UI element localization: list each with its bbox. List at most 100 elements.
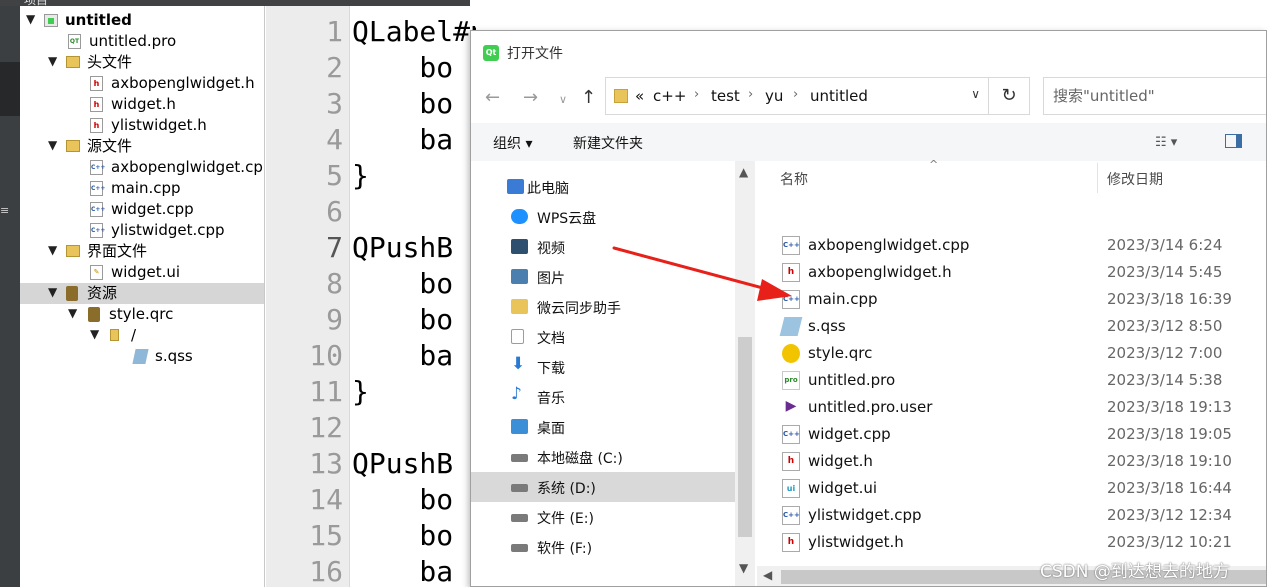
nav-item[interactable]: 此电脑 <box>471 172 735 202</box>
code-line[interactable]: bo <box>352 302 453 338</box>
file-row[interactable]: h ylistwidget.h 2023/3/12 10:21 <box>757 529 1266 556</box>
open-file-dialog[interactable]: Qt 打开文件 ← → ∨ ↑ « c++ › test › yu › unti… <box>470 30 1267 587</box>
code-line[interactable]: bo <box>352 482 453 518</box>
preview-pane-icon[interactable] <box>1225 134 1242 148</box>
file-row[interactable]: ▶ untitled.pro.user 2023/3/18 19:13 <box>757 394 1266 421</box>
file-row[interactable]: C++ ylistwidget.cpp 2023/3/12 12:34 <box>757 502 1266 529</box>
breadcrumb-yu[interactable]: yu <box>765 87 783 105</box>
tree-item[interactable]: s.qss <box>20 346 264 367</box>
nav-item[interactable]: 本地磁盘 (C:) <box>471 442 735 472</box>
file-row[interactable]: C++ axbopenglwidget.cpp 2023/3/14 6:24 <box>757 232 1266 259</box>
column-header-modified[interactable]: 修改日期 <box>1107 169 1163 189</box>
breadcrumb-c-plus-plus[interactable]: c++ <box>653 87 686 105</box>
search-input[interactable]: 搜索"untitled" <box>1043 77 1266 115</box>
code-editor[interactable]: 12345678910111213141516 QLabel#pulley { … <box>266 6 476 587</box>
tree-item-label: widget.h <box>111 95 176 113</box>
file-row[interactable]: ui widget.ui 2023/3/18 16:44 <box>757 475 1266 502</box>
expand-arrow-icon[interactable]: ▼ <box>48 243 57 257</box>
scroll-left-arrow-icon[interactable]: ◀ <box>763 568 772 582</box>
forward-arrow-icon[interactable]: → <box>523 87 538 108</box>
code-line[interactable]: ba <box>352 338 453 374</box>
scroll-down-arrow-icon[interactable]: ▼ <box>739 561 748 575</box>
tree-item[interactable]: h ylistwidget.h <box>20 115 264 136</box>
file-row[interactable]: style.qrc 2023/3/12 7:00 <box>757 340 1266 367</box>
dialog-title-bar[interactable]: Qt 打开文件 <box>471 31 1266 75</box>
back-arrow-icon[interactable]: ← <box>485 87 500 108</box>
breadcrumb-test[interactable]: test <box>711 87 740 105</box>
navigation-pane-scroll-thumb[interactable] <box>738 337 752 537</box>
tree-item[interactable]: h widget.h <box>20 94 264 115</box>
up-arrow-icon[interactable]: ↑ <box>581 87 596 108</box>
new-folder-button[interactable]: 新建文件夹 <box>573 133 643 153</box>
file-name: untitled.pro.user <box>808 398 933 416</box>
file-row[interactable]: s.qss 2023/3/12 8:50 <box>757 313 1266 340</box>
nav-item[interactable]: ⬇ 下载 <box>471 352 735 382</box>
tree-item[interactable]: h axbopenglwidget.h <box>20 73 264 94</box>
change-view-icon[interactable]: ☷ ▾ <box>1155 135 1177 150</box>
column-header-name[interactable]: 名称 <box>780 169 808 189</box>
tree-item[interactable]: C++ widget.cpp <box>20 199 264 220</box>
nav-item[interactable]: 文件 (E:) <box>471 502 735 532</box>
expand-arrow-icon[interactable]: ▼ <box>48 54 57 68</box>
expand-arrow-icon[interactable]: ▼ <box>68 306 77 320</box>
tree-item[interactable]: C++ axbopenglwidget.cpp <box>20 157 264 178</box>
nav-item[interactable]: 桌面 <box>471 412 735 442</box>
breadcrumb-untitled[interactable]: untitled <box>810 87 868 105</box>
file-row[interactable]: h axbopenglwidget.h 2023/3/14 5:45 <box>757 259 1266 286</box>
expand-arrow-icon[interactable]: ▼ <box>48 285 57 299</box>
code-line[interactable]: bo <box>352 50 453 86</box>
scroll-up-arrow-icon[interactable]: ▲ <box>739 165 748 179</box>
code-line[interactable]: ba <box>352 122 453 158</box>
file-row[interactable]: h widget.h 2023/3/18 19:10 <box>757 448 1266 475</box>
tree-item[interactable]: ▼ 资源 <box>20 283 264 304</box>
address-bar[interactable]: « c++ › test › yu › untitled ∨ <box>605 77 989 115</box>
organize-menu-button[interactable]: 组织 ▾ <box>493 133 532 153</box>
nav-item[interactable]: 软件 (F:) <box>471 532 735 562</box>
address-dropdown-chevron-icon[interactable]: ∨ <box>971 87 980 101</box>
nav-item[interactable]: 微云同步助手 <box>471 292 735 322</box>
code-line[interactable]: ba <box>352 554 453 587</box>
code-line[interactable]: bo <box>352 266 453 302</box>
tree-item[interactable]: ▼ / <box>20 325 264 346</box>
tree-item[interactable]: C++ main.cpp <box>20 178 264 199</box>
column-header-divider[interactable] <box>1097 163 1098 193</box>
file-list[interactable]: ^ 名称 修改日期 C++ axbopenglwidget.cpp 2023/3/1… <box>757 158 1266 586</box>
code-line[interactable]: } <box>352 374 369 410</box>
recent-locations-chevron-icon[interactable]: ∨ <box>559 93 567 106</box>
tree-item[interactable]: ✎ widget.ui <box>20 262 264 283</box>
tree-item[interactable]: ▼ 源文件 <box>20 136 264 157</box>
file-row[interactable]: C++ main.cpp 2023/3/18 16:39 <box>757 286 1266 313</box>
nav-item[interactable]: 文档 <box>471 322 735 352</box>
file-row[interactable]: C++ widget.cpp 2023/3/18 19:05 <box>757 421 1266 448</box>
nav-item[interactable]: 视频 <box>471 232 735 262</box>
refresh-icon[interactable]: ↻ <box>988 77 1030 115</box>
code-line[interactable]: } <box>352 158 369 194</box>
code-line[interactable]: bo <box>352 86 453 122</box>
h-file-icon: h <box>782 533 800 552</box>
nav-item[interactable]: 系统 (D:) <box>471 472 735 502</box>
nav-item-label: 软件 (F:) <box>537 541 593 557</box>
nav-item-label: 本地磁盘 (C:) <box>537 451 623 467</box>
code-line[interactable]: bo <box>352 518 453 554</box>
expand-arrow-icon[interactable]: ▼ <box>26 12 35 26</box>
breadcrumb-overflow[interactable]: « <box>635 87 644 105</box>
code-line[interactable]: QPushB <box>352 230 453 266</box>
nav-item[interactable]: 图片 <box>471 262 735 292</box>
code-line[interactable]: QLabel#pulley { <box>352 14 476 50</box>
breadcrumb-separator-icon: › <box>748 87 754 102</box>
nav-item[interactable]: ♪ 音乐 <box>471 382 735 412</box>
tree-item[interactable]: ▼ 界面文件 <box>20 241 264 262</box>
tree-item[interactable]: C++ ylistwidget.cpp <box>20 220 264 241</box>
tree-item[interactable]: ▼ style.qrc <box>20 304 264 325</box>
file-row[interactable]: pro untitled.pro 2023/3/14 5:38 <box>757 367 1266 394</box>
tree-item[interactable]: QT untitled.pro <box>20 31 264 52</box>
nav-item[interactable]: WPS云盘 <box>471 202 735 232</box>
tree-item[interactable]: ▼ untitled <box>20 10 264 31</box>
code-line[interactable]: QPushB <box>352 446 453 482</box>
navigation-pane-scrollbar[interactable]: ▲ ▼ <box>735 161 755 586</box>
navigation-pane[interactable]: 此电脑 WPS云盘 视频 图片 微云同步助手 文档 ⬇ 下载 ♪ 音乐 桌面本地磁盘 (C:) 系统 … <box>471 161 755 586</box>
project-tree[interactable]: ▼ untitled QT untitled.pro ▼ 头文件 h axbopenglwid… <box>20 6 265 587</box>
expand-arrow-icon[interactable]: ▼ <box>48 138 57 152</box>
expand-arrow-icon[interactable]: ▼ <box>90 327 99 341</box>
tree-item[interactable]: ▼ 头文件 <box>20 52 264 73</box>
